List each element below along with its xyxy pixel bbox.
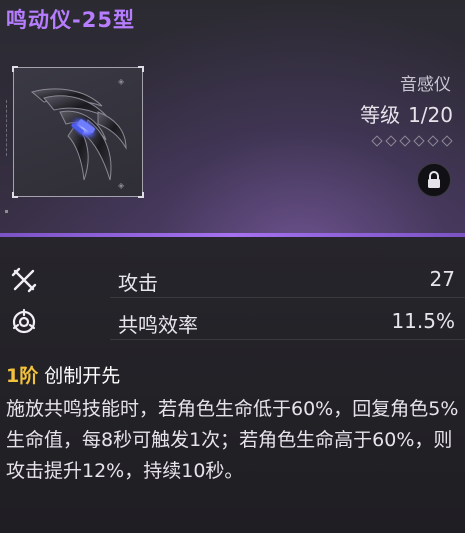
level-value: 1/20 <box>408 103 453 127</box>
weapon-type: 音感仪 <box>400 75 451 95</box>
effect-name: 创制开先 <box>44 365 121 387</box>
title-bar: 鸣动仪-25型 <box>0 0 465 38</box>
effect-description: 施放共鸣技能时，若角色生命低于60%，回复角色5%生命值，每8秒可触发1次；若角… <box>6 398 459 482</box>
attack-icon <box>11 267 37 293</box>
stat-label: 攻击 <box>118 271 158 295</box>
effect-rank: 1阶 <box>6 365 39 387</box>
level-label: 等级 <box>360 103 401 127</box>
weapon-image-frame[interactable]: ◈ ◈ <box>5 66 144 213</box>
svg-text:◈: ◈ <box>118 181 125 190</box>
lock-button[interactable] <box>417 163 451 197</box>
pip <box>385 135 397 147</box>
refine-pips <box>371 135 453 147</box>
svg-text:◈: ◈ <box>118 77 125 86</box>
pip <box>399 135 411 147</box>
resonator-weapon-icon: ◈ ◈ <box>30 77 127 190</box>
weapon-name: 鸣动仪-25型 <box>6 8 135 32</box>
card-header: 鸣动仪-25型 ◈ ◈ 音感仪 等级 1/20 <box>0 0 465 236</box>
energy-regen-icon <box>12 308 36 334</box>
stat-value: 11.5% <box>391 309 455 333</box>
lock-icon <box>428 171 440 188</box>
pip <box>441 135 453 147</box>
stat-row-attack: 攻击 27 <box>0 262 465 298</box>
weapon-level: 等级 1/20 <box>360 99 453 128</box>
weapon-detail-card: 鸣动仪-25型 ◈ ◈ 音感仪 等级 1/20 攻击 27 共鸣效率 11.5%… <box>0 0 465 533</box>
stat-value: 27 <box>429 267 455 291</box>
passive-effect: 1阶 创制开先 施放共鸣技能时，若角色生命低于60%，回复角色5%生命值，每8秒可… <box>6 362 461 487</box>
section-divider <box>0 233 465 237</box>
pip <box>413 135 425 147</box>
stat-row-energy-regen: 共鸣效率 11.5% <box>0 304 465 340</box>
stat-label: 共鸣效率 <box>118 313 198 337</box>
pip <box>371 135 383 147</box>
effect-heading: 1阶 创制开先 <box>6 362 461 390</box>
pip <box>427 135 439 147</box>
